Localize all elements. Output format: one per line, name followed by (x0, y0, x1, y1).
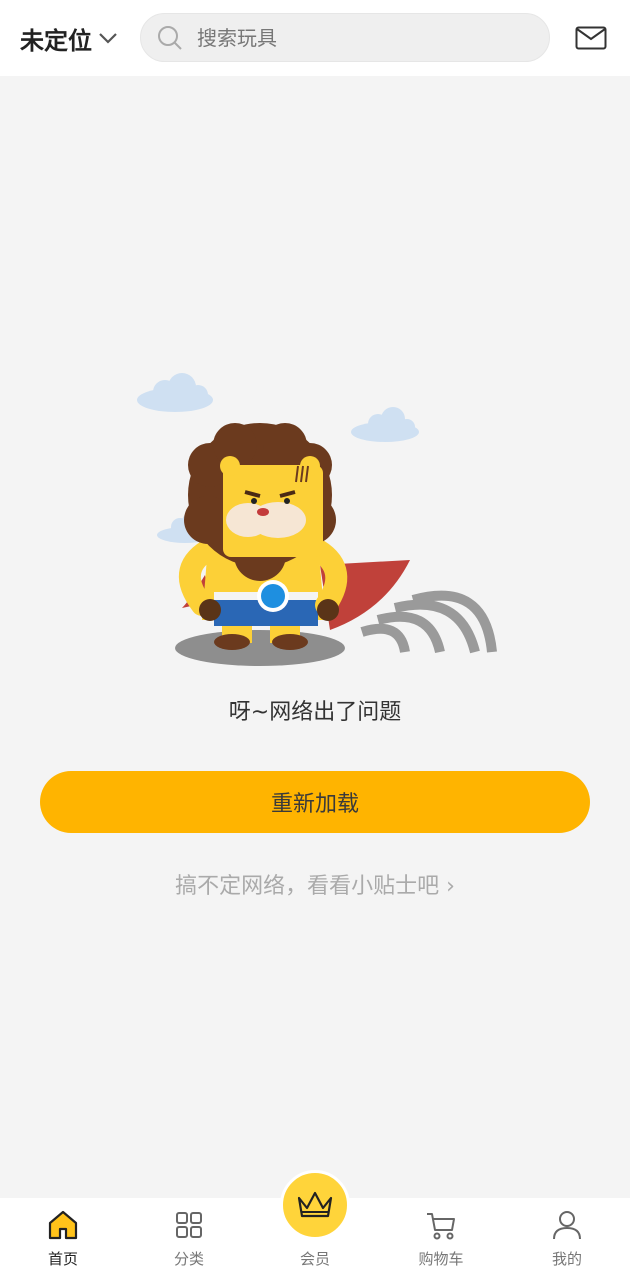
chevron-down-icon (99, 33, 117, 44)
mail-icon[interactable] (575, 26, 607, 50)
network-tips-link[interactable]: 搞不定网络，看看小贴士吧 › (0, 868, 630, 900)
nav-home[interactable]: 首页 (0, 1198, 126, 1280)
app: 未定位 搜索玩具 呀~网络出了问题 重新加载 搞不定网络，看看小贴士吧 › 首页… (0, 0, 630, 1280)
error-message: 呀~网络出了问题 (228, 700, 402, 725)
speed-lines (360, 590, 497, 654)
top-bar: 未定位 (0, 0, 630, 76)
search-input[interactable] (197, 25, 497, 50)
nav-category-label: 分类 (173, 1250, 204, 1268)
nav-cart[interactable]: 购物车 (378, 1198, 504, 1280)
nav-profile-label: 我的 (551, 1250, 582, 1268)
search-bar[interactable] (140, 13, 550, 62)
nav-category[interactable]: 分类 (126, 1198, 252, 1280)
vip-button[interactable] (280, 1170, 350, 1240)
search-icon (158, 25, 182, 50)
user-icon (553, 1211, 581, 1240)
location-label: 未定位 (20, 26, 92, 55)
cart-icon (427, 1213, 455, 1240)
nav-profile[interactable]: 我的 (504, 1198, 630, 1280)
home-icon (48, 1210, 78, 1240)
reload-button[interactable]: 重新加载 (40, 771, 590, 833)
network-error-illustration (137, 373, 497, 666)
nav-home-label: 首页 (47, 1250, 78, 1268)
crown-icon (297, 1191, 333, 1218)
grid-icon (176, 1212, 202, 1238)
nav-vip-label: 会员 (299, 1250, 330, 1268)
nav-cart-label: 购物车 (418, 1250, 464, 1268)
location-selector[interactable]: 未定位 (20, 20, 118, 56)
